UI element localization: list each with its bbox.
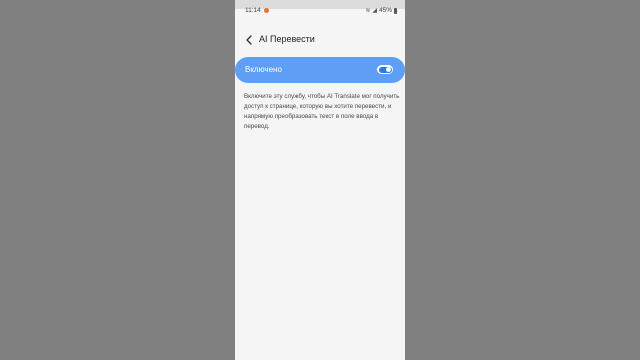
page-title: AI Перевести (259, 34, 315, 44)
battery-level: 45% (378, 7, 392, 14)
phone-screen: 11:14 ≋ ◢ 45% AI Перевести Включено Вклю… (235, 0, 405, 360)
enable-toggle-row[interactable]: Включено (235, 57, 405, 83)
notification-icon (264, 8, 269, 13)
wifi-icon: ≋ (365, 8, 371, 14)
status-indicators: ≋ ◢ 45% (365, 7, 397, 14)
signal-icon: ◢ (372, 8, 377, 14)
status-time: 11:14 (245, 7, 261, 14)
toggle-switch[interactable] (377, 65, 393, 74)
switch-knob (385, 67, 391, 72)
battery-icon (394, 7, 397, 14)
app-header: AI Перевести (235, 32, 405, 48)
toggle-label: Включено (245, 65, 282, 74)
back-arrow-icon[interactable] (244, 33, 254, 45)
status-bar: 11:14 ≋ ◢ 45% (235, 7, 405, 17)
service-description: Включите эту службу, чтобы AI Translate … (244, 93, 400, 130)
